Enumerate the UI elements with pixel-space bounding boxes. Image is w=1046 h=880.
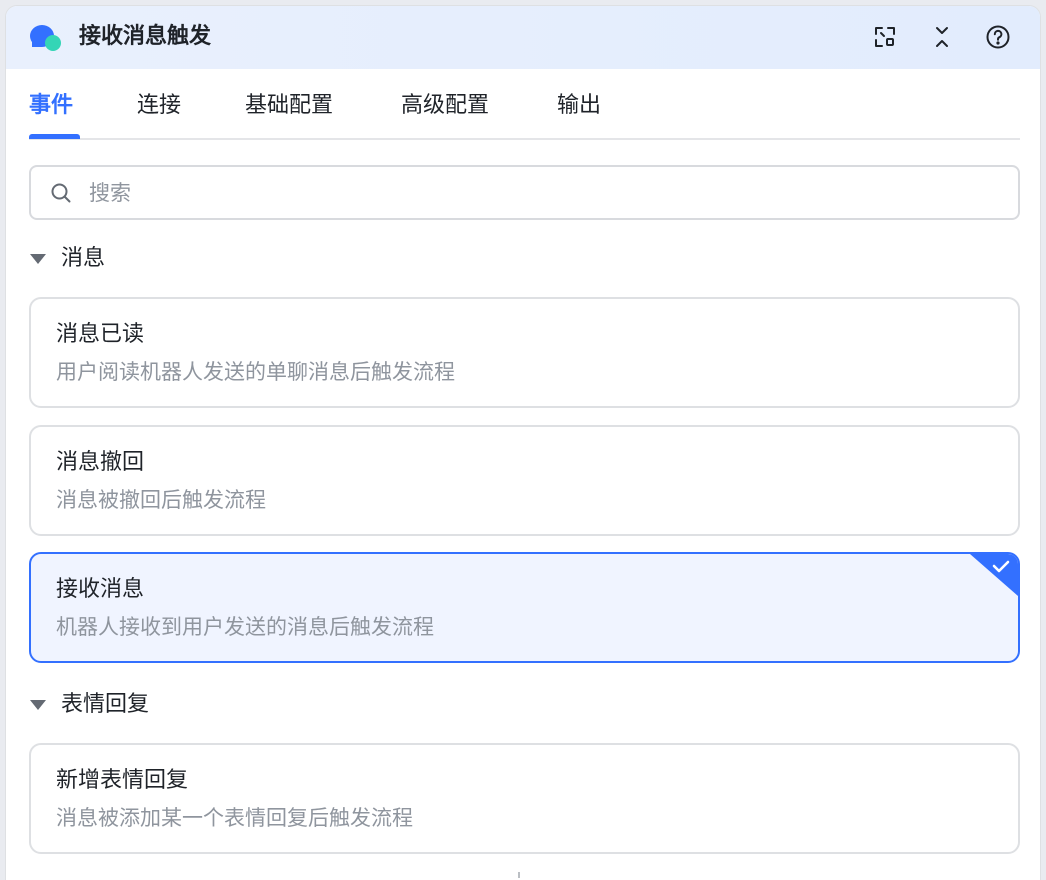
event-title: 消息撤回 xyxy=(56,450,145,475)
group-label: 表情回复 xyxy=(61,692,150,717)
event-card-message-read[interactable]: 消息已读 用户阅读机器人发送的单聊消息后触发流程 xyxy=(29,297,1020,408)
event-description: 用户阅读机器人发送的单聊消息后触发流程 xyxy=(56,360,455,384)
trigger-config-panel: 接收消息触发 事件 连接 基础配置 高级配置 输出 搜索 消息 消息已读 用户阅… xyxy=(5,5,1041,880)
resize-handle[interactable] xyxy=(518,872,520,878)
tab-output[interactable]: 输出 xyxy=(557,91,601,121)
fullscreen-button[interactable] xyxy=(870,22,900,52)
chat-bubble-icon xyxy=(30,25,61,51)
event-description: 消息被撤回后触发流程 xyxy=(56,488,266,512)
caret-down-icon xyxy=(30,700,46,710)
collapse-button[interactable] xyxy=(927,22,957,52)
event-title: 接收消息 xyxy=(56,577,145,602)
panel-title: 接收消息触发 xyxy=(79,24,212,49)
caret-down-icon xyxy=(30,254,46,264)
group-header-message[interactable]: 消息 xyxy=(29,242,105,276)
event-description: 机器人接收到用户发送的消息后触发流程 xyxy=(56,615,434,639)
event-description: 消息被添加某一个表情回复后触发流程 xyxy=(56,806,413,830)
search-box[interactable] xyxy=(29,165,1020,220)
search-icon xyxy=(51,183,71,203)
event-title: 新增表情回复 xyxy=(56,768,189,793)
fullscreen-icon xyxy=(875,27,895,47)
event-card-message-recall[interactable]: 消息撤回 消息被撤回后触发流程 xyxy=(29,425,1020,536)
event-card-add-reaction[interactable]: 新增表情回复 消息被添加某一个表情回复后触发流程 xyxy=(29,743,1020,854)
tab-basic-config[interactable]: 基础配置 xyxy=(245,91,333,121)
panel-header: 接收消息触发 xyxy=(6,6,1040,69)
help-button[interactable] xyxy=(983,22,1013,52)
collapse-icon xyxy=(936,27,948,47)
tab-events[interactable]: 事件 xyxy=(29,91,73,121)
tab-bar: 事件 连接 基础配置 高级配置 输出 xyxy=(29,69,1020,140)
search-input[interactable] xyxy=(89,175,989,211)
event-card-receive-message[interactable]: 接收消息 机器人接收到用户发送的消息后触发流程 xyxy=(29,552,1020,663)
event-title: 消息已读 xyxy=(56,322,145,347)
tab-connection[interactable]: 连接 xyxy=(137,91,181,121)
group-label: 消息 xyxy=(61,246,106,271)
tab-advanced-config[interactable]: 高级配置 xyxy=(401,91,489,121)
help-icon xyxy=(986,25,1010,49)
group-header-emoji-reaction[interactable]: 表情回复 xyxy=(29,688,149,722)
active-tab-indicator xyxy=(29,134,80,139)
selected-check-icon xyxy=(970,554,1018,596)
